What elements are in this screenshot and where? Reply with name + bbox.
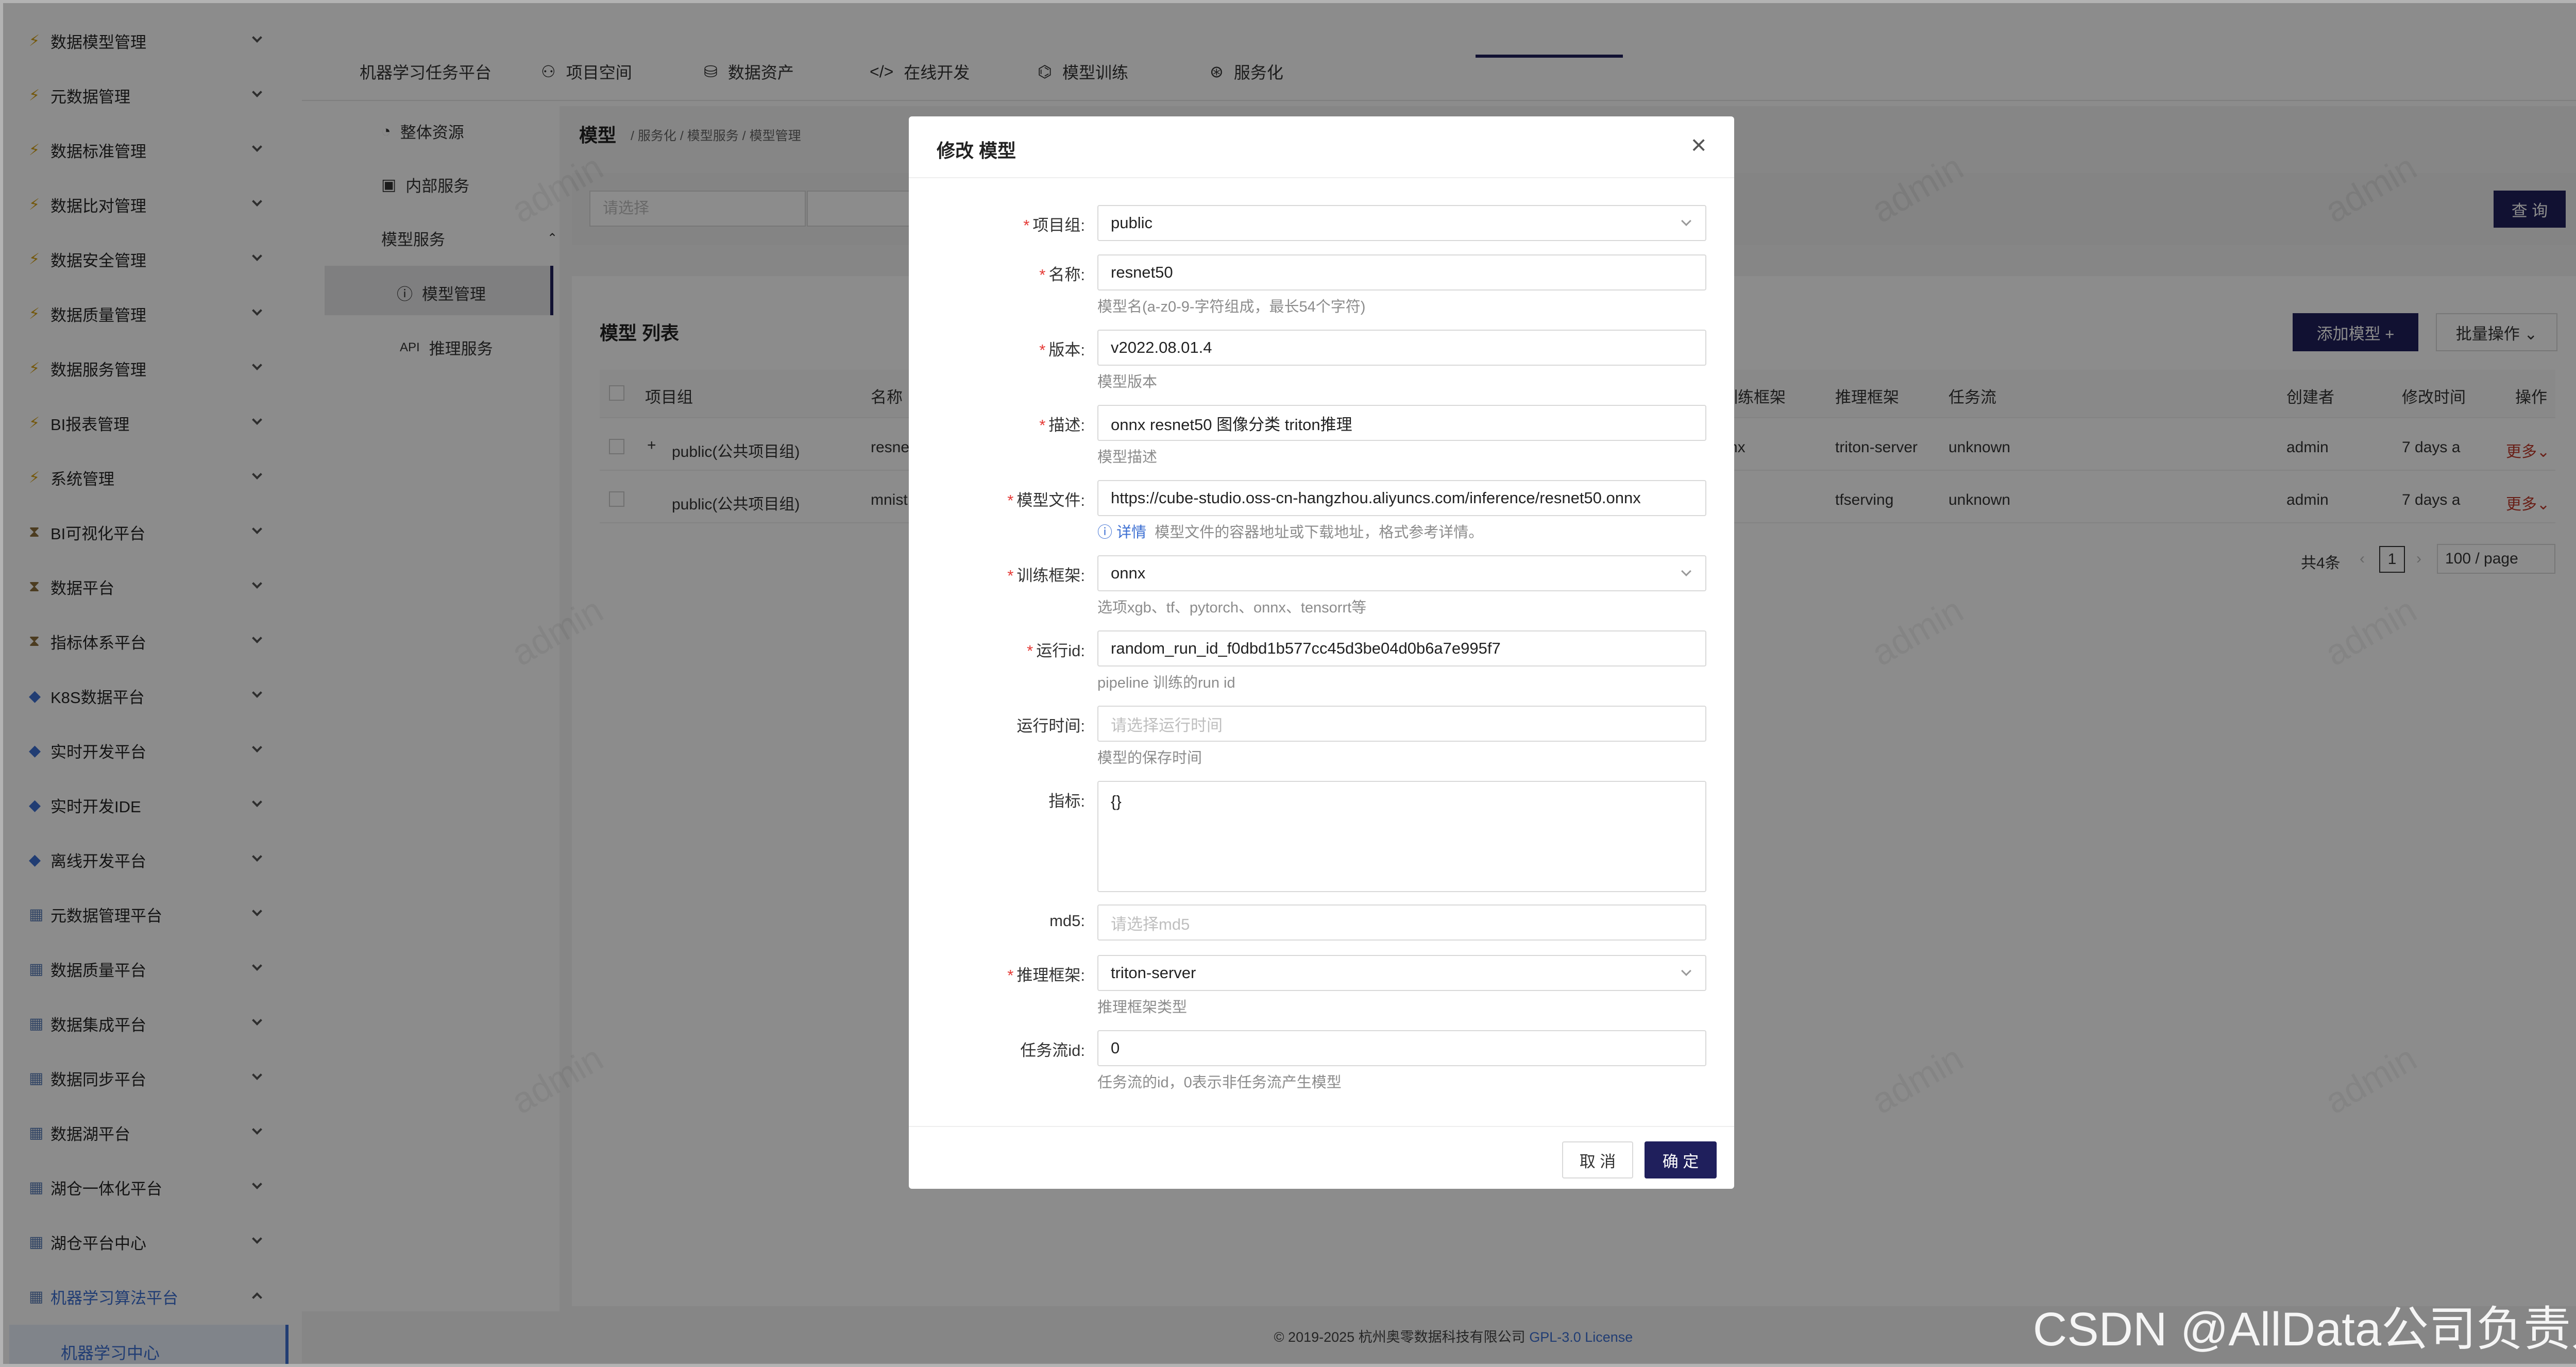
required-mark: * <box>1007 567 1014 585</box>
framework-help: 选项xgb、tf、pytorch、onnx、tensorrt等 <box>1097 600 1367 616</box>
name-label: * 名称: <box>1039 262 1085 285</box>
required-mark: * <box>1007 491 1014 509</box>
path-label-text: 模型文件: <box>1016 491 1085 509</box>
version-value: v2022.08.01.4 <box>1111 338 1212 356</box>
pipeline-id-help: 任务流的id，0表示非任务流产生模型 <box>1097 1074 1342 1091</box>
confirm-button[interactable]: 确 定 <box>1645 1141 1717 1178</box>
framework-value: onnx <box>1111 564 1146 582</box>
required-mark: * <box>1039 266 1046 284</box>
run-time-picker[interactable]: 请选择运行时间 <box>1097 706 1706 742</box>
project-select[interactable]: public <box>1097 205 1706 241</box>
path-help: ⓘ 详情 模型文件的容器地址或下载地址，格式参考详情。 <box>1097 520 1483 542</box>
name-value: resnet50 <box>1111 263 1173 281</box>
version-help: 模型版本 <box>1097 374 1158 390</box>
app-window: ⚡ 数据模型管理 ⚡ 元数据管理 ⚡ 数据标准管理 ⚡ 数据比对管理 ⚡ 数据安全管理 ⚡… <box>0 0 2576 1367</box>
framework-select[interactable]: onnx <box>1097 555 1706 591</box>
md5-placeholder: 请选择md5 <box>1111 915 1190 933</box>
csdn-watermark: CSDN @AllData公司负责人 <box>2032 1303 2576 1356</box>
name-field[interactable]: resnet50 <box>1097 254 1706 291</box>
framework-label-text: 训练框架: <box>1016 567 1085 585</box>
infer-framework-label: * 推理框架: <box>1007 962 1085 985</box>
path-help-text: 模型文件的容器地址或下载地址，格式参考详情。 <box>1155 524 1484 541</box>
required-mark: * <box>1027 642 1033 660</box>
required-mark: * <box>1039 341 1046 359</box>
dialog-header-divider <box>909 177 1734 178</box>
run-id-label-text: 运行id: <box>1036 642 1085 660</box>
pipeline-id-label: 任务流id: <box>1020 1041 1085 1060</box>
describe-help: 模型描述 <box>1097 449 1158 466</box>
describe-label: * 描述: <box>1039 412 1085 435</box>
name-help: 模型名(a-z0-9-字符组成，最长54个字符) <box>1097 299 1366 315</box>
md5-field[interactable]: 请选择md5 <box>1097 904 1706 941</box>
run-id-value: random_run_id_f0dbd1b577cc45d3be04d0b6a7… <box>1111 639 1501 657</box>
infer-framework-value: triton-server <box>1111 964 1196 982</box>
version-label: * 版本: <box>1039 337 1085 360</box>
md5-label: md5: <box>1049 912 1085 930</box>
name-label-text: 名称: <box>1048 266 1085 284</box>
chevron-down-icon <box>1681 566 1691 576</box>
run-id-help: pipeline 训练的run id <box>1097 675 1235 691</box>
metrics-textarea[interactable]: {} <box>1097 781 1706 892</box>
describe-value: onnx resnet50 图像分类 triton推理 <box>1111 415 1352 434</box>
required-mark: * <box>1007 966 1014 984</box>
edit-model-dialog: 修改 模型 × * 项目组: public * 名称: resnet50 模型名(a… <box>909 116 1734 1189</box>
path-label: * 模型文件: <box>1007 487 1085 510</box>
required-mark: * <box>1039 416 1046 434</box>
run-time-placeholder: 请选择运行时间 <box>1111 716 1223 734</box>
describe-field[interactable]: onnx resnet50 图像分类 triton推理 <box>1097 405 1706 441</box>
dialog-footer-divider <box>909 1126 1734 1127</box>
infer-framework-label-text: 推理框架: <box>1016 966 1085 984</box>
infer-framework-select[interactable]: triton-server <box>1097 955 1706 991</box>
run-id-label: * 运行id: <box>1027 638 1085 661</box>
chevron-down-icon <box>1681 216 1691 226</box>
metrics-label: 指标: <box>1048 792 1085 810</box>
infer-framework-help: 推理框架类型 <box>1097 999 1188 1016</box>
path-value: https://cube-studio.oss-cn-hangzhou.aliy… <box>1111 489 1641 507</box>
run-id-field[interactable]: random_run_id_f0dbd1b577cc45d3be04d0b6a7… <box>1097 630 1706 667</box>
run-time-help: 模型的保存时间 <box>1097 750 1202 766</box>
describe-label-text: 描述: <box>1048 416 1085 434</box>
close-icon[interactable]: × <box>1691 132 1706 159</box>
run-time-label: 运行时间: <box>1016 717 1085 735</box>
framework-label: * 训练框架: <box>1007 562 1085 586</box>
project-value: public <box>1111 214 1153 232</box>
question-icon: ⓘ <box>1097 524 1117 541</box>
project-label: * 项目组: <box>1023 212 1085 235</box>
pipeline-id-field[interactable]: 0 <box>1097 1030 1706 1066</box>
cancel-button[interactable]: 取 消 <box>1562 1141 1633 1178</box>
model-path-field[interactable]: https://cube-studio.oss-cn-hangzhou.aliy… <box>1097 480 1706 516</box>
path-detail-link[interactable]: 详情 <box>1116 524 1146 541</box>
chevron-down-icon <box>1681 966 1691 976</box>
pipeline-id-value: 0 <box>1111 1039 1120 1057</box>
required-mark: * <box>1023 216 1030 234</box>
version-field[interactable]: v2022.08.01.4 <box>1097 330 1706 366</box>
dialog-title: 修改 模型 <box>937 140 1016 161</box>
version-label-text: 版本: <box>1048 341 1085 359</box>
project-label-text: 项目组: <box>1032 216 1085 234</box>
